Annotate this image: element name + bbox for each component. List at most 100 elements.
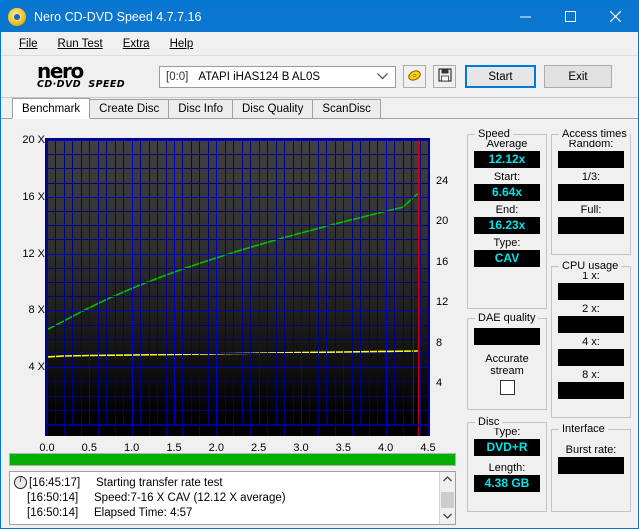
chart-hgrid-line — [47, 353, 428, 354]
chart-hgrid-line — [47, 239, 428, 240]
chart-hgrid-line — [47, 225, 428, 226]
disc-eject-button[interactable] — [403, 65, 426, 88]
start-button[interactable]: Start — [465, 65, 536, 88]
x-axis-tickmark — [47, 426, 48, 436]
y2-axis-tick-label: 8 — [436, 336, 443, 349]
speed-type-label: Type: — [493, 237, 521, 249]
access-random-value — [558, 151, 624, 168]
nero-logo-wordmark: nero — [37, 58, 84, 83]
cpu-2x-label: 2 x: — [582, 303, 600, 315]
interface-title: Interface — [559, 423, 608, 435]
cpu-1x-value — [558, 283, 624, 300]
start-button-label: Start — [488, 70, 513, 83]
x-axis-tickmark — [149, 426, 150, 436]
burst-rate-value — [558, 457, 624, 474]
x-axis-tickmark — [199, 426, 200, 436]
log-panel: [16:45:17] Starting transfer rate test [… — [9, 471, 456, 525]
y2-axis-tick-label: 12 — [436, 296, 449, 309]
chart-hgrid-line — [47, 211, 428, 212]
chart-hgrid-line — [47, 268, 428, 269]
menu-file[interactable]: File — [9, 35, 48, 53]
x-axis-tickmark — [284, 426, 285, 436]
x-axis-tickmark — [233, 426, 234, 436]
log-message: Starting transfer rate test — [96, 476, 223, 489]
save-results-button[interactable] — [433, 65, 456, 88]
main-content: 4 X8 X 12 X 16 X 20 X 4 8 12 16 20 24 0.0 0.5 1.0 1… — [1, 126, 638, 528]
scroll-up-icon[interactable] — [443, 472, 452, 487]
x-axis-tickmark — [318, 426, 319, 436]
nero-disc-icon — [8, 7, 26, 26]
speed-end-label: End: — [495, 204, 519, 216]
disc-end-marker — [418, 140, 419, 424]
dae-quality-value — [474, 328, 540, 345]
log-timestamp: [16:50:14] — [27, 506, 79, 519]
log-timestamp: [16:45:17] — [29, 476, 81, 489]
tab-disc-quality-label: Disc Quality — [242, 103, 304, 115]
chart-hgrid-line — [47, 381, 428, 382]
x-axis-tickmark — [369, 426, 370, 436]
scroll-down-icon[interactable] — [443, 509, 452, 524]
speed-average-value: 12.12x — [474, 151, 540, 168]
chart-hgrid-line — [47, 197, 428, 198]
benchmark-chart: 4 X8 X 12 X 16 X 20 X 4 8 12 16 20 24 0.0 0.5 1.0 1… — [9, 126, 464, 454]
disc-panel-title: Disc — [475, 416, 503, 428]
info-icon — [14, 475, 27, 489]
cpu-8x-value — [558, 382, 624, 399]
chart-hgrid-line — [47, 410, 428, 411]
close-button[interactable] — [593, 1, 638, 32]
chart-plot-area — [45, 138, 430, 426]
menu-run-test-label: Run Test — [57, 37, 103, 50]
tab-benchmark[interactable]: Benchmark — [12, 98, 91, 119]
exit-button-label: Exit — [568, 70, 588, 83]
progress-bar — [9, 453, 456, 466]
x-axis-tickmark — [64, 426, 65, 436]
access-full-label: Full: — [580, 204, 602, 216]
log-list: [16:45:17] Starting transfer rate test [… — [10, 472, 439, 524]
x-axis-tickmark — [182, 426, 183, 436]
menu-help[interactable]: Help — [160, 35, 204, 53]
stats-column: Speed Average 12.12x Start: 6.64x End: 1… — [467, 126, 633, 528]
access-times-panel: Access times Random: 1/3: Full: — [551, 128, 631, 255]
chart-hgrid-line — [47, 168, 428, 169]
tab-scandisc[interactable]: ScanDisc — [312, 99, 381, 118]
x-axis-tickmark — [403, 426, 404, 436]
log-message: Elapsed Time: 4:57 — [94, 506, 193, 519]
menu-run-test[interactable]: Run Test — [48, 35, 113, 53]
disc-length-value: 4.38 GB — [474, 475, 540, 492]
menu-extra[interactable]: Extra — [113, 35, 160, 53]
minimize-button[interactable] — [503, 1, 548, 32]
x-axis-tick-band — [45, 426, 430, 436]
dae-quality-title: DAE quality — [475, 312, 539, 324]
title-bar: Nero CD-DVD Speed 4.7.7.16 — [1, 1, 638, 32]
cpu-2x-value — [558, 316, 624, 333]
chart-hgrid-line — [47, 396, 428, 397]
chart-hgrid-line — [47, 183, 428, 184]
tab-benchmark-label: Benchmark — [22, 103, 81, 115]
log-message: Speed:7-16 X CAV (12.12 X average) — [94, 491, 286, 504]
access-times-title: Access times — [559, 128, 630, 140]
log-scrollbar[interactable] — [439, 472, 455, 524]
speed-end-value: 16.23x — [474, 217, 540, 234]
window-controls — [503, 1, 638, 32]
chart-hgrid-line — [47, 282, 428, 283]
tab-disc-quality[interactable]: Disc Quality — [232, 99, 314, 118]
scrollbar-thumb[interactable] — [441, 492, 454, 508]
accurate-stream-label-line1: Accurate — [485, 353, 529, 365]
interface-panel: Interface Burst rate: — [551, 423, 631, 512]
disc-panel: Disc Type: DVD+R Length: 4.38 GB — [467, 416, 547, 512]
maximize-button[interactable] — [548, 1, 593, 32]
menu-bar: File Run Test Extra Help — [1, 32, 638, 56]
drive-select[interactable]: [0:0] ATAPI iHAS124 B AL0S — [159, 65, 396, 88]
accurate-stream-checkbox[interactable] — [499, 380, 515, 395]
x-axis-tickmark — [420, 426, 421, 436]
dae-quality-panel: DAE quality Accurate stream — [467, 312, 547, 410]
speed-start-label: Start: — [493, 171, 521, 183]
speed-panel-title: Speed — [475, 128, 513, 140]
y2-axis-tick-label: 4 — [436, 377, 443, 390]
y2-axis-tick-label: 16 — [436, 255, 449, 268]
tab-create-disc[interactable]: Create Disc — [89, 99, 170, 118]
exit-button[interactable]: Exit — [544, 65, 612, 88]
tab-bar: Benchmark Create Disc Disc Info Disc Qua… — [1, 98, 638, 119]
y2-axis-tick-label: 20 — [436, 215, 449, 228]
tab-disc-info[interactable]: Disc Info — [168, 99, 233, 118]
